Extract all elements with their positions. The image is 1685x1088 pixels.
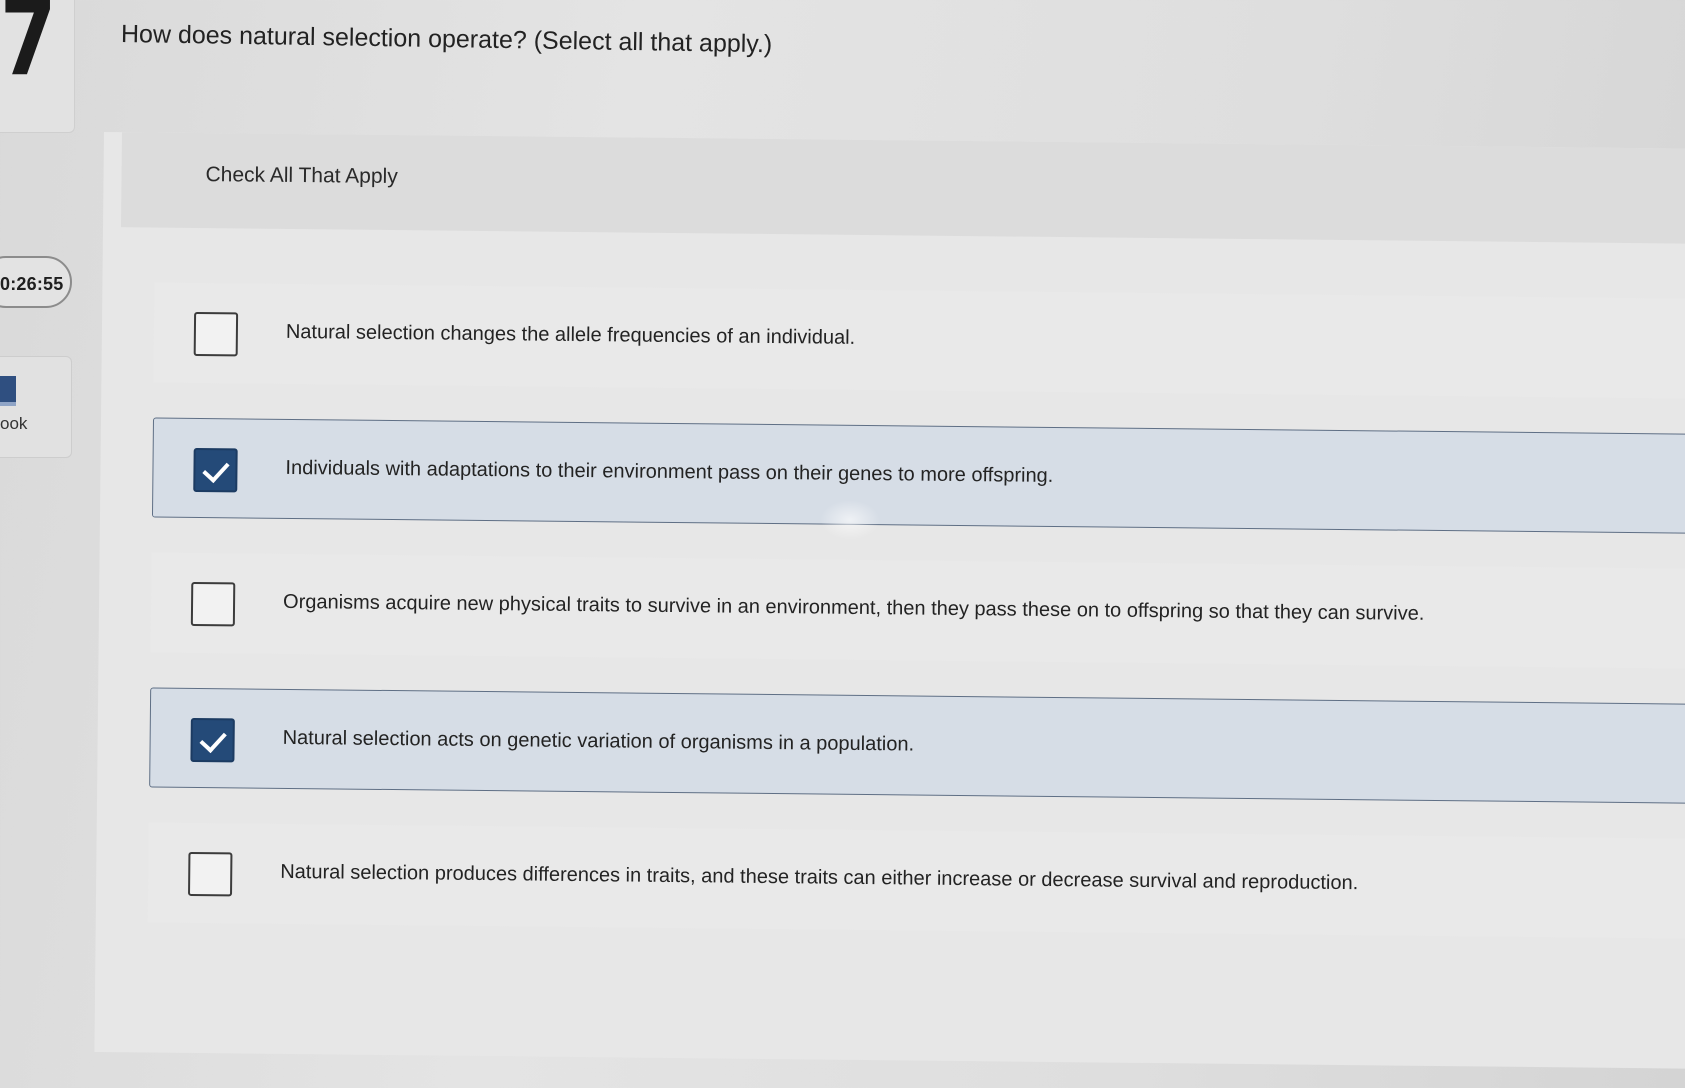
panel-header: Check All That Apply <box>121 132 1685 244</box>
option-label: Individuals with adaptations to their en… <box>285 456 1054 487</box>
option-label: Natural selection produces differences i… <box>280 860 1359 895</box>
option-label: Natural selection acts on genetic variat… <box>282 726 915 756</box>
answer-option-1[interactable]: Natural selection changes the allele fre… <box>153 282 1685 399</box>
question-number: 7 <box>0 0 57 99</box>
option-label: Natural selection changes the allele fre… <box>285 320 856 349</box>
checkbox-unchecked[interactable] <box>193 311 239 357</box>
ebook-label: ook <box>0 414 28 433</box>
checkbox-unchecked[interactable] <box>188 851 233 897</box>
timer-text: 0:26:55 <box>0 274 64 294</box>
checkbox-checked[interactable] <box>190 717 235 763</box>
checkbox-unchecked[interactable] <box>190 581 236 627</box>
ebook-button[interactable] <box>0 356 72 458</box>
answer-panel: Check All That Apply Natural selection c… <box>94 132 1685 1069</box>
checkmark-icon <box>202 455 230 484</box>
question-prompt: How does natural selection operate? (Sel… <box>120 20 773 59</box>
checkmark-icon <box>199 725 227 754</box>
answer-option-3[interactable]: Organisms acquire new physical traits to… <box>150 552 1685 669</box>
option-label: Organisms acquire new physical traits to… <box>282 590 1425 625</box>
answer-option-4[interactable]: Natural selection acts on genetic variat… <box>149 687 1685 804</box>
checkbox-checked[interactable] <box>193 447 238 493</box>
book-icon <box>0 376 16 406</box>
panel-title: Check All That Apply <box>205 163 398 189</box>
answer-option-2[interactable]: Individuals with adaptations to their en… <box>151 417 1685 534</box>
answer-option-5[interactable]: Natural selection produces differences i… <box>147 822 1685 939</box>
question-number-box: 7 <box>0 0 75 133</box>
